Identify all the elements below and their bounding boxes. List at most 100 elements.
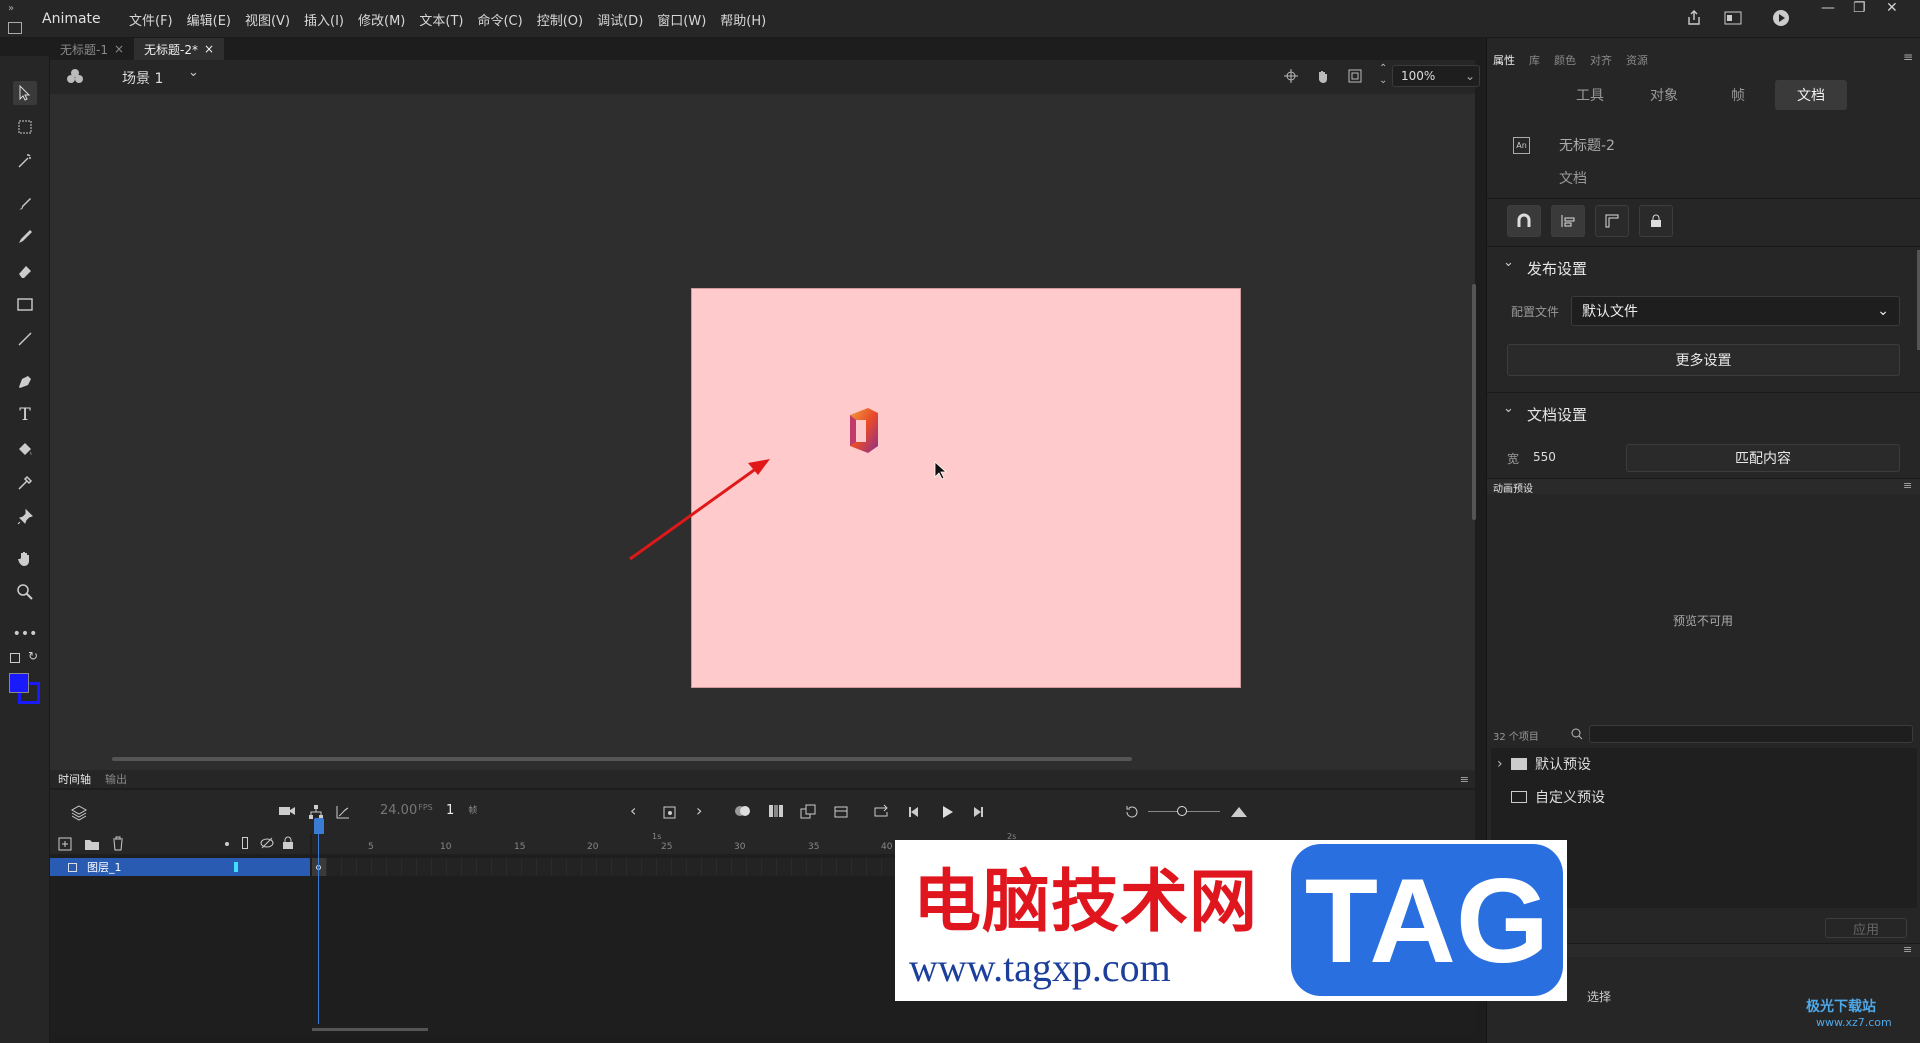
close-window-button[interactable]: ✕ (1886, 0, 1898, 16)
menu-debug[interactable]: 调试(D) (590, 10, 650, 29)
play-icon[interactable] (939, 804, 955, 820)
rectangle-tool-icon[interactable] (13, 293, 37, 317)
doc-tab-2[interactable]: 无标题-2* × (134, 37, 225, 61)
reset-zoom-icon[interactable] (1124, 804, 1140, 820)
center-stage-icon[interactable] (1283, 68, 1299, 84)
new-layer-icon[interactable] (58, 837, 72, 851)
default-colors-icon[interactable] (10, 653, 20, 663)
magic-wand-icon[interactable] (13, 149, 37, 173)
collapse-icon[interactable]: » (8, 3, 14, 14)
tab-library[interactable]: 库 (1529, 52, 1540, 68)
lock-icon[interactable] (1639, 205, 1673, 237)
layer-name[interactable]: 图层_1 (87, 859, 122, 875)
tab-timeline[interactable]: 时间轴 (58, 771, 91, 787)
zoom-slider-thumb[interactable] (1177, 806, 1187, 816)
swap-colors-icon[interactable]: ↻ (28, 649, 38, 663)
bottom-list-item[interactable]: 选择 (1587, 988, 1611, 1005)
lock-layers-icon[interactable] (282, 836, 294, 850)
stroke-color-swatch[interactable] (9, 673, 29, 693)
menu-window[interactable]: 窗口(W) (650, 10, 713, 29)
paint-brush-icon[interactable] (13, 191, 37, 215)
chevron-down-icon[interactable]: ⌄ (1503, 401, 1514, 416)
document-settings-title[interactable]: 文档设置 (1527, 404, 1587, 425)
subtab-object[interactable]: 对象 (1627, 85, 1701, 105)
preset-folder[interactable]: 自定义预设 (1511, 787, 1605, 807)
menu-text[interactable]: 文本(T) (412, 10, 470, 29)
step-back-icon[interactable] (906, 804, 922, 820)
insert-keyframe-icon[interactable] (662, 804, 678, 820)
symbol-icon[interactable] (66, 68, 84, 86)
pin-tool-icon[interactable] (13, 505, 37, 529)
zoom-dropdown-icon[interactable]: ⌄ (1465, 69, 1475, 83)
zoom-tool-icon[interactable] (13, 580, 37, 604)
playhead[interactable] (314, 818, 324, 834)
frame-display[interactable]: 1 帧 (446, 803, 477, 818)
motion-presets-title[interactable]: 动画预设 (1493, 480, 1533, 495)
highlight-layers-icon[interactable] (225, 842, 229, 846)
delete-layer-icon[interactable] (111, 836, 125, 851)
menu-insert[interactable]: 插入(I) (297, 10, 351, 29)
menu-view[interactable]: 视图(V) (238, 10, 297, 29)
hide-layers-icon[interactable] (260, 837, 274, 849)
subtab-document[interactable]: 文档 (1775, 80, 1847, 110)
onion-range-icon[interactable] (768, 804, 784, 818)
eraser-icon[interactable] (13, 259, 37, 283)
fit-frames-icon[interactable] (1230, 804, 1248, 818)
menu-edit[interactable]: 编辑(E) (180, 10, 238, 29)
workspace-icon[interactable] (8, 22, 22, 34)
keyframe-1[interactable] (312, 858, 326, 876)
preset-folder[interactable]: › 默认预设 (1497, 754, 1591, 774)
text-tool-icon[interactable]: T (13, 403, 37, 427)
more-settings-button[interactable]: 更多设置 (1507, 344, 1900, 376)
apply-preset-button[interactable]: 应用 (1825, 918, 1907, 938)
tab-assets[interactable]: 资源 (1626, 52, 1648, 68)
stage-canvas[interactable] (629, 288, 1241, 688)
new-folder-icon[interactable] (84, 837, 100, 851)
tab-properties[interactable]: 属性 (1493, 52, 1515, 68)
scene-dropdown-icon[interactable]: ⌄ (188, 65, 199, 80)
loop-icon[interactable] (872, 804, 890, 820)
close-tab-icon[interactable]: × (114, 42, 124, 56)
width-value[interactable]: 550 (1533, 450, 1556, 464)
graph-icon[interactable] (335, 804, 351, 820)
tab-output[interactable]: 输出 (105, 771, 127, 787)
eyedropper-icon[interactable] (13, 471, 37, 495)
snap-icon[interactable] (1507, 205, 1541, 237)
clip-stage-icon[interactable] (1347, 68, 1363, 84)
subtab-frame[interactable]: 帧 (1701, 85, 1775, 105)
profile-select[interactable]: 默认文件 ⌄ (1571, 296, 1900, 326)
paint-bucket-icon[interactable] (13, 437, 37, 461)
layers-icon[interactable] (70, 804, 88, 822)
edit-multiple-frames-icon[interactable] (800, 804, 816, 820)
tab-align[interactable]: 对齐 (1590, 52, 1612, 68)
pen-tool-icon[interactable] (13, 369, 37, 393)
camera-icon[interactable] (278, 804, 296, 818)
panel-menu-icon[interactable]: ≡ (1903, 479, 1912, 492)
doc-tab-1[interactable]: 无标题-1 × (50, 38, 134, 61)
outline-layers-icon[interactable] (242, 837, 248, 849)
chevron-down-icon[interactable]: ⌄ (1503, 255, 1514, 270)
office-logo-image[interactable] (842, 406, 884, 456)
prev-keyframe-icon[interactable]: ‹ (630, 801, 636, 820)
panel-menu-icon[interactable]: ≡ (1903, 943, 1912, 956)
line-tool-icon[interactable] (13, 327, 37, 351)
layer-row[interactable]: 图层_1 (50, 858, 310, 876)
step-forward-icon[interactable] (970, 804, 986, 820)
menu-control[interactable]: 控制(O) (530, 10, 590, 29)
vertical-scrollbar[interactable] (1472, 284, 1476, 520)
zoom-input[interactable]: 100% ⌄ (1392, 65, 1480, 87)
zoom-stepper[interactable]: ⌃ ⌄ (1379, 63, 1387, 87)
horizontal-scrollbar[interactable] (112, 757, 1132, 761)
scene-label[interactable]: 场景 1 (122, 68, 163, 88)
minimize-button[interactable]: — (1821, 0, 1835, 16)
test-movie-icon[interactable] (1772, 9, 1790, 27)
restore-button[interactable]: ❐ (1853, 0, 1866, 16)
match-contents-button[interactable]: 匹配内容 (1626, 444, 1900, 472)
panel-menu-icon[interactable]: ≡ (1460, 773, 1469, 786)
next-keyframe-icon[interactable]: › (696, 801, 702, 820)
menu-modify[interactable]: 修改(M) (351, 10, 412, 29)
share-icon[interactable] (1685, 9, 1703, 27)
timeline-scrollbar[interactable] (312, 1028, 428, 1031)
close-tab-icon[interactable]: × (204, 42, 214, 56)
subtab-tool[interactable]: 工具 (1553, 85, 1627, 105)
